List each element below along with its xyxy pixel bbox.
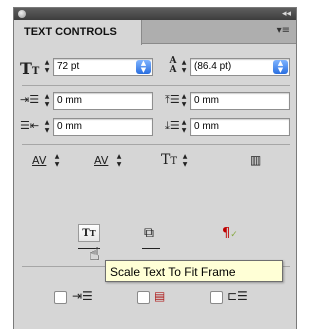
auto-kern-icon: ⇥☰: [72, 289, 93, 303]
right-indent-stepper[interactable]: ▲ ▼: [42, 119, 52, 135]
collapse-icon[interactable]: ◂◂: [282, 8, 291, 20]
space-before-stepper[interactable]: ▲ ▼: [179, 93, 189, 109]
scale-text-to-fit-icon[interactable]: TT: [78, 224, 100, 242]
panel-menu-icon[interactable]: ▾≡: [277, 25, 290, 36]
left-indent-field[interactable]: 0 mm: [53, 92, 153, 110]
close-button[interactable]: [18, 10, 26, 18]
kerning-stepper[interactable]: ▲ ▼: [52, 153, 62, 169]
tracking-icon: AV: [94, 154, 109, 167]
right-indent-value: 0 mm: [57, 121, 82, 132]
space-before-field[interactable]: 0 mm: [190, 92, 290, 110]
hand-cursor-icon: ☝: [89, 244, 100, 265]
horizontal-scale-stepper[interactable]: ▲ ▼: [180, 153, 190, 169]
tooltip: Scale Text To Fit Frame: [105, 260, 283, 282]
space-after-field[interactable]: 0 mm: [190, 118, 290, 136]
leading-dropdown-button[interactable]: ▲ ▼: [273, 60, 288, 74]
copy-frame-underline: [142, 248, 160, 249]
copy-frame-icon[interactable]: ⧉: [144, 225, 154, 241]
panel-titlebar: ◂◂: [14, 8, 296, 20]
left-indent-stepper[interactable]: ▲ ▼: [42, 93, 52, 109]
hyphenation-checkbox[interactable]: [137, 291, 150, 304]
font-size-value: 72 pt: [57, 61, 80, 72]
leading-value: (86.4 pt): [194, 61, 232, 72]
tab-text-controls[interactable]: TEXT CONTROLS: [14, 20, 142, 45]
font-size-field[interactable]: 72 pt ▲ ▼: [53, 58, 153, 76]
font-size-dropdown-button[interactable]: ▲ ▼: [136, 60, 151, 74]
leading-icon: AA: [169, 56, 177, 75]
show-invisibles-icon[interactable]: ¶✓: [222, 226, 238, 241]
leading-stepper[interactable]: ▲ ▼: [179, 59, 189, 75]
align-baseline-icon: ⊏☰: [227, 289, 248, 303]
tab-bar: TEXT CONTROLS ▾≡: [14, 20, 296, 45]
right-indent-icon: ☰⇤: [20, 119, 40, 132]
auto-kern-checkbox[interactable]: [54, 291, 67, 304]
hyphenation-icon: ▤: [154, 289, 166, 303]
space-after-icon: ⤓☰: [165, 119, 180, 132]
right-indent-field[interactable]: 0 mm: [53, 118, 153, 136]
horizontal-scale-icon: TT: [161, 152, 178, 168]
left-indent-value: 0 mm: [57, 95, 82, 106]
space-before-icon: ⤒☰: [165, 93, 180, 106]
left-indent-icon: ⇥☰: [20, 93, 40, 106]
columns-icon[interactable]: ▥: [250, 153, 261, 167]
space-after-value: 0 mm: [194, 121, 219, 132]
font-size-icon: TT: [20, 59, 40, 78]
tracking-stepper[interactable]: ▲ ▼: [114, 153, 124, 169]
kerning-icon: AV: [32, 154, 47, 167]
space-before-value: 0 mm: [194, 95, 219, 106]
separator: [22, 144, 290, 145]
font-size-stepper[interactable]: ▲ ▼: [42, 59, 52, 75]
align-baseline-checkbox[interactable]: [210, 291, 223, 304]
separator: [22, 85, 290, 86]
space-after-stepper[interactable]: ▲ ▼: [179, 119, 189, 135]
leading-field[interactable]: (86.4 pt) ▲ ▼: [190, 58, 290, 76]
